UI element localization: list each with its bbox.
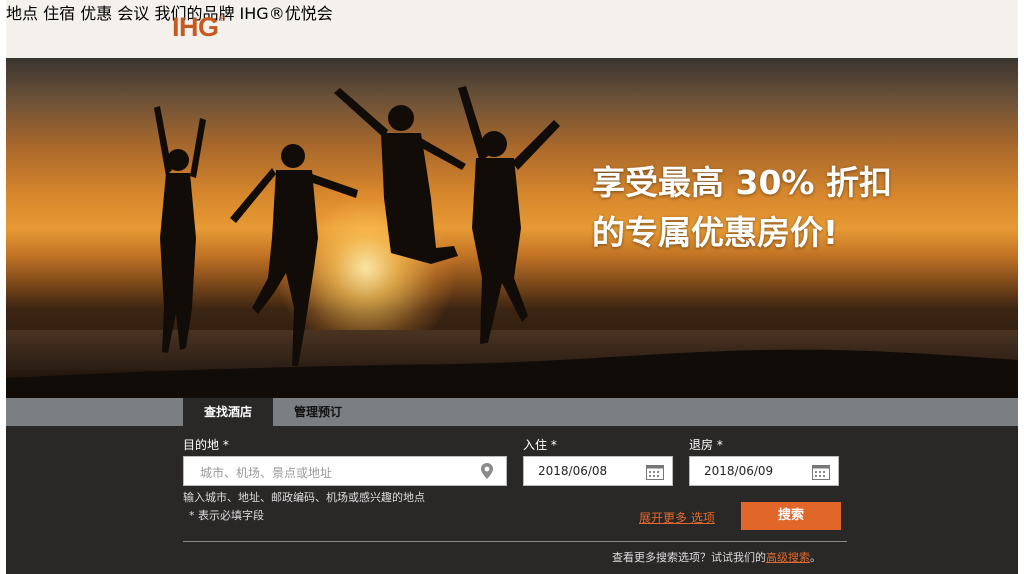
tab-manage-booking[interactable]: 管理预订 bbox=[273, 398, 363, 426]
required-note: * 表示必填字段 bbox=[189, 509, 264, 522]
jumping-people-silhouette bbox=[154, 86, 560, 366]
calendar-icon[interactable] bbox=[812, 464, 830, 480]
checkin-value: 2018/06/08 bbox=[538, 464, 608, 478]
nav-stays[interactable]: 住宿 bbox=[43, 4, 75, 23]
hero-banner: 享受最高 30% 折扣 的专属优惠房价! bbox=[6, 58, 1018, 398]
divider bbox=[183, 541, 847, 542]
checkin-date-input[interactable]: 2018/06/08 bbox=[523, 456, 673, 486]
destination-label: 目的地 * bbox=[183, 438, 229, 452]
hero-line-2: 的专属优惠房价! bbox=[592, 213, 839, 252]
checkin-label: 入住 * bbox=[523, 438, 557, 452]
calendar-icon[interactable] bbox=[646, 464, 664, 480]
more-options-link[interactable]: 展开更多 选项 bbox=[639, 509, 715, 526]
nav-offers[interactable]: 优惠 bbox=[80, 4, 112, 23]
advanced-suffix: 。 bbox=[810, 551, 821, 564]
search-tabs: 查找酒店 管理预订 bbox=[6, 398, 1018, 426]
search-button[interactable]: 搜索 bbox=[741, 502, 841, 530]
advanced-search-link[interactable]: 高级搜索 bbox=[766, 551, 810, 564]
checkout-label: 退房 * bbox=[689, 438, 723, 452]
location-pin-icon[interactable] bbox=[480, 462, 494, 480]
nav-rewards-club[interactable]: IHG®优悦会 bbox=[240, 4, 333, 23]
site-header: IHG® 地点 住宿 优惠 会议 我们的品牌 IHG®优悦会 bbox=[6, 0, 1018, 59]
hotel-search-panel: 查找酒店 管理预订 目的地 * 城市、机场、景点或地址 入住 * 2018/06… bbox=[6, 398, 1018, 574]
advanced-search-note: 查看更多搜索选项？试试我们的高级搜索。 bbox=[612, 549, 821, 565]
checkout-date-input[interactable]: 2018/06/09 bbox=[689, 456, 839, 486]
destination-hint: 输入城市、地址、邮政编码、机场或感兴趣的地点 bbox=[183, 491, 425, 504]
tab-find-hotel[interactable]: 查找酒店 bbox=[183, 398, 273, 426]
hero-line-1: 享受最高 30% 折扣 bbox=[592, 163, 892, 202]
ihg-logo[interactable]: IHG® bbox=[172, 12, 225, 43]
advanced-prefix: 查看更多搜索选项？试试我们的 bbox=[612, 551, 766, 564]
destination-placeholder: 城市、机场、景点或地址 bbox=[200, 466, 333, 480]
hero-headline: 享受最高 30% 折扣 的专属优惠房价! bbox=[592, 158, 892, 258]
nav-meetings[interactable]: 会议 bbox=[117, 4, 149, 23]
destination-input[interactable]: 城市、机场、景点或地址 bbox=[183, 456, 507, 486]
nav-locations[interactable]: 地点 bbox=[6, 4, 38, 23]
checkout-value: 2018/06/09 bbox=[704, 464, 774, 478]
